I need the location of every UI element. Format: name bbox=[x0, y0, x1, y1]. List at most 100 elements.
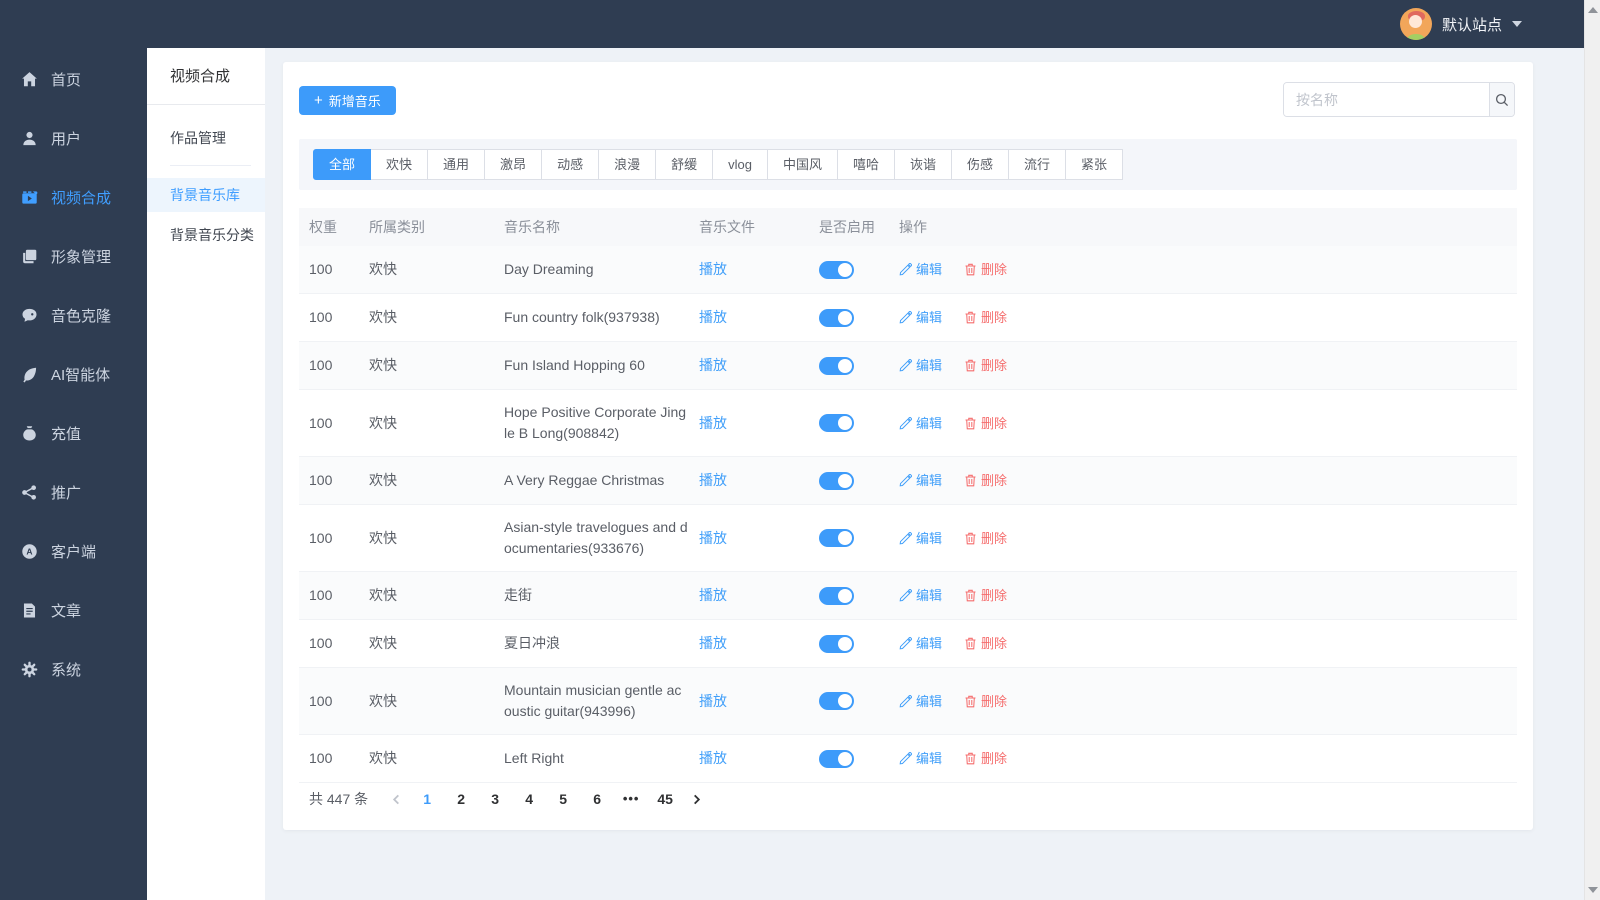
play-link[interactable]: 播放 bbox=[699, 357, 727, 373]
enabled-toggle[interactable] bbox=[819, 529, 854, 547]
delete-label: 删除 bbox=[981, 358, 1008, 373]
scroll-down-arrow-icon[interactable] bbox=[1588, 887, 1598, 893]
sidebar-item-system[interactable]: 系统 bbox=[0, 640, 147, 699]
delete-button[interactable]: 删除 bbox=[964, 413, 1007, 434]
category-tab[interactable]: 动感 bbox=[541, 149, 600, 180]
search-input[interactable] bbox=[1284, 83, 1489, 116]
sidebar-item-home[interactable]: 首页 bbox=[0, 50, 147, 109]
search-button[interactable] bbox=[1489, 83, 1514, 116]
category-tab[interactable]: 诙谐 bbox=[894, 149, 953, 180]
category-tab[interactable]: 舒缓 bbox=[655, 149, 714, 180]
page-number[interactable]: 5 bbox=[549, 785, 577, 813]
category-tab[interactable]: 通用 bbox=[427, 149, 486, 180]
pencil-icon bbox=[899, 311, 912, 324]
sidebar-item-client[interactable]: A 客户端 bbox=[0, 522, 147, 581]
sidebar-item-users[interactable]: 用户 bbox=[0, 109, 147, 168]
delete-button[interactable]: 删除 bbox=[964, 633, 1007, 654]
page-number[interactable]: 45 bbox=[651, 785, 679, 813]
edit-button[interactable]: 编辑 bbox=[899, 748, 942, 769]
toggle-knob bbox=[838, 358, 852, 373]
category-tab[interactable]: vlog bbox=[712, 149, 768, 180]
category-tab[interactable]: 全部 bbox=[313, 149, 372, 180]
enabled-toggle[interactable] bbox=[819, 634, 854, 653]
delete-button[interactable]: 删除 bbox=[964, 259, 1007, 280]
enabled-toggle[interactable] bbox=[819, 414, 854, 432]
cell-weight: 100 bbox=[309, 472, 333, 488]
play-link[interactable]: 播放 bbox=[699, 472, 727, 488]
edit-button[interactable]: 编辑 bbox=[899, 355, 942, 376]
enabled-toggle[interactable] bbox=[819, 692, 854, 710]
enabled-toggle[interactable] bbox=[819, 308, 854, 327]
submenu-item-bgm-library[interactable]: 背景音乐库 bbox=[147, 178, 265, 212]
next-page-button[interactable] bbox=[682, 785, 710, 813]
edit-button[interactable]: 编辑 bbox=[899, 470, 942, 491]
scroll-up-arrow-icon[interactable] bbox=[1588, 7, 1598, 13]
category-tab[interactable]: 浪漫 bbox=[598, 149, 657, 180]
enabled-toggle[interactable] bbox=[819, 471, 854, 490]
col-file: 音乐文件 bbox=[699, 219, 755, 235]
category-tab[interactable]: 激昂 bbox=[484, 149, 543, 180]
play-link[interactable]: 播放 bbox=[699, 309, 727, 325]
delete-button[interactable]: 删除 bbox=[964, 470, 1007, 491]
page-scrollbar[interactable] bbox=[1584, 0, 1600, 900]
category-tab[interactable]: 欢快 bbox=[370, 149, 429, 180]
category-tab[interactable]: 中国风 bbox=[766, 149, 838, 180]
enabled-toggle[interactable] bbox=[819, 356, 854, 375]
edit-button[interactable]: 编辑 bbox=[899, 259, 942, 280]
sidebar-item-article[interactable]: 文章 bbox=[0, 581, 147, 640]
page-number[interactable]: 2 bbox=[447, 785, 475, 813]
edit-button[interactable]: 编辑 bbox=[899, 691, 942, 712]
page-number[interactable]: ••• bbox=[617, 785, 645, 813]
play-link[interactable]: 播放 bbox=[699, 415, 727, 431]
cell-name: Mountain musician gentle acoustic guitar… bbox=[504, 682, 682, 719]
enabled-toggle[interactable] bbox=[819, 260, 854, 279]
table-row: 100 欢快 Fun Island Hopping 60 播放 编辑 删除 bbox=[299, 342, 1517, 390]
category-tab[interactable]: 流行 bbox=[1008, 149, 1067, 180]
play-link[interactable]: 播放 bbox=[699, 750, 727, 766]
category-tab[interactable]: 紧张 bbox=[1065, 149, 1124, 180]
edit-button[interactable]: 编辑 bbox=[899, 633, 942, 654]
sidebar-item-recharge[interactable]: 充值 bbox=[0, 404, 147, 463]
play-link[interactable]: 播放 bbox=[699, 530, 727, 546]
sidebar-item-ai-agent[interactable]: AI智能体 bbox=[0, 345, 147, 404]
delete-button[interactable]: 删除 bbox=[964, 748, 1007, 769]
edit-button[interactable]: 编辑 bbox=[899, 307, 942, 328]
add-music-button[interactable]: + 新增音乐 bbox=[299, 86, 396, 115]
page-number[interactable]: 1 bbox=[413, 785, 441, 813]
delete-button[interactable]: 删除 bbox=[964, 528, 1007, 549]
play-link[interactable]: 播放 bbox=[699, 693, 727, 709]
delete-button[interactable]: 删除 bbox=[964, 355, 1007, 376]
edit-button[interactable]: 编辑 bbox=[899, 528, 942, 549]
enabled-toggle[interactable] bbox=[819, 586, 854, 605]
delete-button[interactable]: 删除 bbox=[964, 307, 1007, 328]
sidebar-item-label: 首页 bbox=[51, 72, 82, 89]
page-number[interactable]: 4 bbox=[515, 785, 543, 813]
voice-icon bbox=[21, 307, 38, 324]
play-link[interactable]: 播放 bbox=[699, 261, 727, 277]
avatar[interactable] bbox=[1399, 8, 1432, 40]
delete-button[interactable]: 删除 bbox=[964, 585, 1007, 606]
edit-button[interactable]: 编辑 bbox=[899, 585, 942, 606]
table-row: 100 欢快 A Very Reggae Christmas 播放 编辑 删除 bbox=[299, 457, 1517, 505]
enabled-toggle[interactable] bbox=[819, 749, 854, 768]
submenu-item-works[interactable]: 作品管理 bbox=[147, 121, 265, 155]
category-tab[interactable]: 嘻哈 bbox=[836, 149, 895, 180]
sidebar-item-promotion[interactable]: 推广 bbox=[0, 463, 147, 522]
play-link[interactable]: 播放 bbox=[699, 635, 727, 651]
pencil-icon bbox=[899, 416, 912, 429]
page-number[interactable]: 3 bbox=[481, 785, 509, 813]
category-tab[interactable]: 伤感 bbox=[951, 149, 1010, 180]
sidebar-item-image-manage[interactable]: 形象管理 bbox=[0, 227, 147, 286]
prev-page-button[interactable] bbox=[382, 785, 410, 813]
play-link[interactable]: 播放 bbox=[699, 587, 727, 603]
sidebar-item-voice-clone[interactable]: 音色克隆 bbox=[0, 286, 147, 345]
sidebar: 首页 用户 视频合成 形象管理 音色克隆 AI智能体 充值 推广 A 客户端 文… bbox=[0, 48, 147, 900]
table-row: 100 欢快 Asian-style travelogues and docum… bbox=[299, 505, 1517, 572]
cell-weight: 100 bbox=[309, 414, 333, 431]
delete-button[interactable]: 删除 bbox=[964, 691, 1007, 712]
submenu-item-bgm-category[interactable]: 背景音乐分类 bbox=[147, 218, 265, 252]
edit-button[interactable]: 编辑 bbox=[899, 413, 942, 434]
page-number[interactable]: 6 bbox=[583, 785, 611, 813]
site-switcher[interactable]: 默认站点 bbox=[1399, 8, 1522, 40]
sidebar-item-video-compose[interactable]: 视频合成 bbox=[0, 168, 147, 227]
